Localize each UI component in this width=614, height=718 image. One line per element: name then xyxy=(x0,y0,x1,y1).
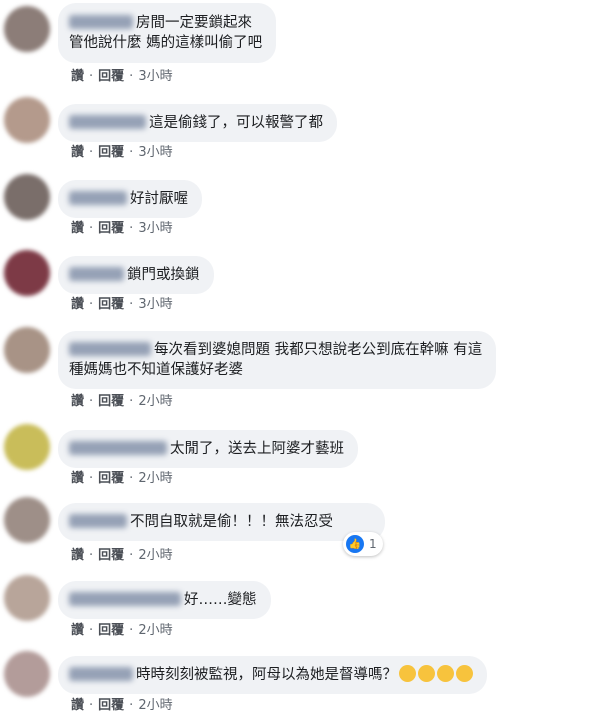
avatar[interactable] xyxy=(4,575,50,621)
comment-text-line: 管他說什麼 媽的這樣叫偷了吧 xyxy=(69,35,263,51)
comment-bubble: 房間一定要鎖起來 管他說什麼 媽的這樣叫偷了吧 xyxy=(58,3,277,63)
reply-button[interactable]: 回覆 xyxy=(98,471,124,486)
comment-text-line: 時時刻刻被監視，阿母以為她是督導嗎？ xyxy=(136,667,397,683)
commenter-name[interactable] xyxy=(69,267,124,281)
like-button[interactable]: 讚 xyxy=(71,69,84,84)
comment-actions: 讚 · 回覆 · 2小時 xyxy=(71,394,173,409)
comment-actions: 讚 · 回覆 · 3小時 xyxy=(71,69,173,84)
comment-text-line: 好討厭喔 xyxy=(130,191,188,207)
comment-bubble: 這是偷錢了，可以報警了都 xyxy=(58,104,337,142)
comment-text-line: 太閒了，送去上阿婆才藝班 xyxy=(170,441,344,457)
comment-bubble: 每次看到婆媳問題 我都只想說老公到底在幹嘛 有這 種媽媽也不知道保護好老婆 xyxy=(58,331,497,389)
comment-text-line: 好……變態 xyxy=(184,592,257,608)
comment-actions: 讚 · 回覆 · 2小時 xyxy=(71,623,173,638)
reply-button[interactable]: 回覆 xyxy=(98,394,124,409)
comment-actions: 讚 · 回覆 · 2小時 xyxy=(71,698,173,713)
comment-text-line: 這是偷錢了，可以報警了都 xyxy=(149,115,323,131)
reaction-count: 1 xyxy=(369,537,377,551)
comment-text-line: 鎖門或換鎖 xyxy=(127,267,200,283)
comment-actions: 讚 · 回覆 · 3小時 xyxy=(71,297,173,312)
comment-bubble: 好……變態 xyxy=(58,581,271,619)
commenter-name[interactable] xyxy=(69,115,146,129)
avatar[interactable] xyxy=(4,424,50,470)
comment-list: 房間一定要鎖起來 管他說什麼 媽的這樣叫偷了吧 讚 · 回覆 · 3小時 這是偷錢了，可… xyxy=(0,0,614,718)
timestamp[interactable]: 2小時 xyxy=(138,471,172,486)
timestamp[interactable]: 3小時 xyxy=(138,221,172,236)
commenter-name[interactable] xyxy=(69,592,181,606)
comment-bubble: 時時刻刻被監視，阿母以為她是督導嗎？ xyxy=(58,656,487,694)
avatar[interactable] xyxy=(4,250,50,296)
avatar[interactable] xyxy=(4,651,50,697)
timestamp[interactable]: 2小時 xyxy=(138,394,172,409)
comment-bubble: 好討厭喔 xyxy=(58,180,202,218)
comment-actions: 讚 · 回覆 · 3小時 xyxy=(71,221,173,236)
timestamp[interactable]: 2小時 xyxy=(138,698,172,713)
reply-button[interactable]: 回覆 xyxy=(98,145,124,160)
like-button[interactable]: 讚 xyxy=(71,221,84,236)
like-button[interactable]: 讚 xyxy=(71,394,84,409)
timestamp[interactable]: 3小時 xyxy=(138,145,172,160)
like-button[interactable]: 讚 xyxy=(71,297,84,312)
emoji-icon xyxy=(437,664,454,682)
comment-bubble: 不問自取就是偷！！！無法忍受 xyxy=(58,503,385,541)
timestamp[interactable]: 2小時 xyxy=(138,623,172,638)
emoji-icon xyxy=(456,664,473,682)
emoji-icon xyxy=(399,664,416,682)
reply-button[interactable]: 回覆 xyxy=(98,548,124,563)
comment-actions: 讚 · 回覆 · 2小時 xyxy=(71,471,173,486)
avatar[interactable] xyxy=(4,497,50,543)
reply-button[interactable]: 回覆 xyxy=(98,297,124,312)
emoji-icon xyxy=(418,664,435,682)
comment-actions: 讚 · 回覆 · 2小時 xyxy=(71,548,173,563)
commenter-name[interactable] xyxy=(69,342,151,356)
avatar[interactable] xyxy=(4,6,50,52)
commenter-name[interactable] xyxy=(69,514,127,528)
reaction-badge[interactable]: 👍 1 xyxy=(343,532,383,556)
like-button[interactable]: 讚 xyxy=(71,145,84,160)
like-button[interactable]: 讚 xyxy=(71,548,84,563)
comment-text-line: 種媽媽也不知道保護好老婆 xyxy=(69,362,243,378)
comment-actions: 讚 · 回覆 · 3小時 xyxy=(71,145,173,160)
thumbs-up-icon: 👍 xyxy=(346,535,364,553)
comment-bubble: 太閒了，送去上阿婆才藝班 xyxy=(58,430,358,468)
timestamp[interactable]: 3小時 xyxy=(138,69,172,84)
timestamp[interactable]: 2小時 xyxy=(138,548,172,563)
reply-button[interactable]: 回覆 xyxy=(98,221,124,236)
comment-text-line: 不問自取就是偷！！！無法忍受 xyxy=(130,514,333,530)
like-button[interactable]: 讚 xyxy=(71,623,84,638)
commenter-name[interactable] xyxy=(69,15,133,29)
avatar[interactable] xyxy=(4,174,50,220)
reply-button[interactable]: 回覆 xyxy=(98,698,124,713)
commenter-name[interactable] xyxy=(69,191,127,205)
commenter-name[interactable] xyxy=(69,441,167,455)
comment-text-line: 每次看到婆媳問題 我都只想說老公到底在幹嘛 有這 xyxy=(154,342,483,358)
commenter-name[interactable] xyxy=(69,667,133,681)
like-button[interactable]: 讚 xyxy=(71,698,84,713)
comment-text-line: 房間一定要鎖起來 xyxy=(136,15,252,31)
reply-button[interactable]: 回覆 xyxy=(98,69,124,84)
reply-button[interactable]: 回覆 xyxy=(98,623,124,638)
timestamp[interactable]: 3小時 xyxy=(138,297,172,312)
comment-bubble: 鎖門或換鎖 xyxy=(58,256,214,294)
avatar[interactable] xyxy=(4,327,50,373)
avatar[interactable] xyxy=(4,97,50,143)
like-button[interactable]: 讚 xyxy=(71,471,84,486)
